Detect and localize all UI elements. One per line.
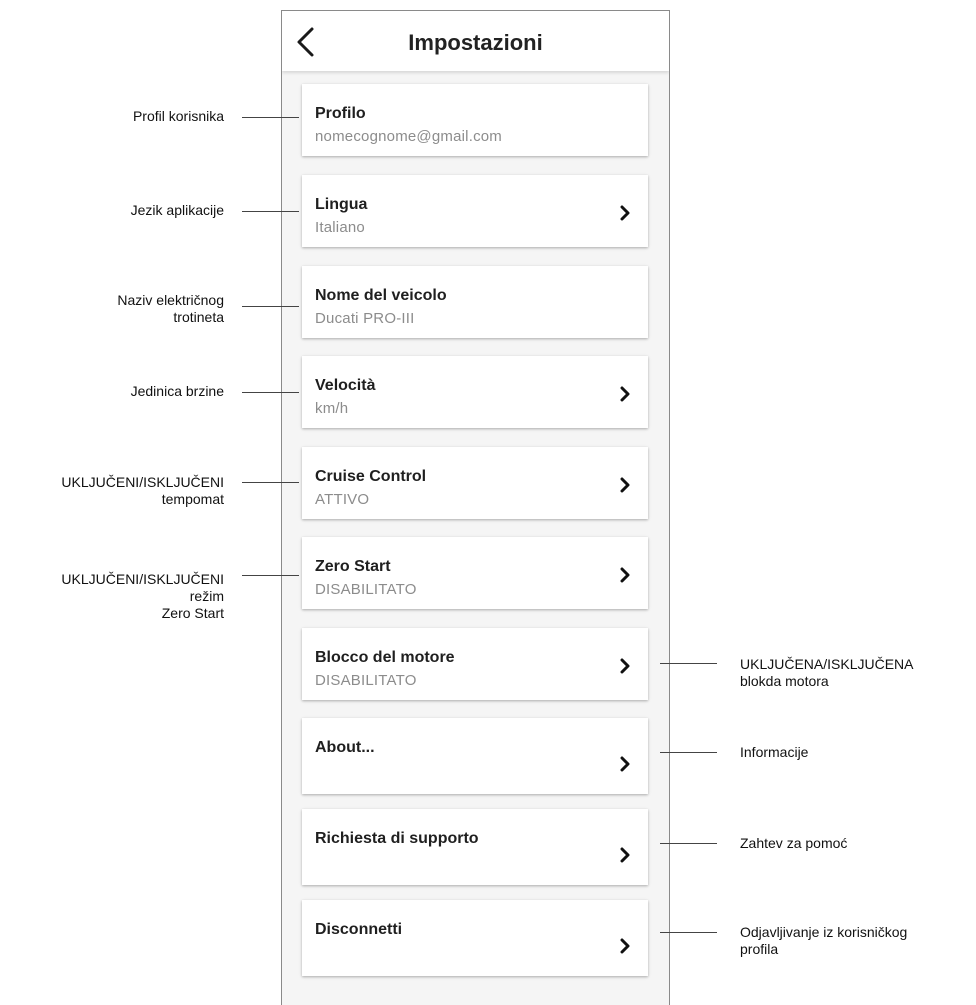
callout-line	[242, 482, 299, 483]
item-title: Disconnetti	[315, 921, 403, 938]
settings-item-support[interactable]: Richiesta di supporto	[302, 809, 648, 885]
item-title: Blocco del motore	[315, 649, 455, 666]
item-subtitle: DISABILITATO	[315, 581, 417, 598]
chevron-right-icon	[620, 756, 630, 772]
settings-item-about[interactable]: About...	[302, 718, 648, 794]
callout-line	[660, 843, 717, 844]
callout-logout: Odjavljivanje iz korisničkog profila	[740, 924, 908, 957]
chevron-right-icon	[620, 386, 630, 402]
callout-line	[242, 117, 299, 118]
chevron-right-icon	[620, 847, 630, 863]
item-title: Richiesta di supporto	[315, 830, 479, 847]
settings-item-cruise-control[interactable]: Cruise Control ATTIVO	[302, 447, 648, 519]
callout-about: Informacije	[740, 744, 809, 760]
item-title: Nome del veicolo	[315, 287, 447, 304]
item-title: Profilo	[315, 105, 366, 122]
item-title: Lingua	[315, 196, 368, 213]
item-title: Velocità	[315, 377, 376, 394]
callout-line	[242, 575, 299, 576]
callout-line	[242, 392, 299, 393]
callout-profile: Profil korisnika	[132, 108, 224, 124]
item-subtitle: Ducati PRO-III	[315, 310, 415, 327]
callout-language: Jezik aplikacije	[130, 202, 224, 218]
item-title: About...	[315, 739, 375, 756]
chevron-right-icon	[620, 938, 630, 954]
callout-line	[660, 663, 717, 664]
callout-line	[660, 932, 717, 933]
callout-line	[242, 211, 299, 212]
app-bar: Impostazioni	[282, 11, 669, 71]
item-title: Zero Start	[315, 558, 391, 575]
item-subtitle: DISABILITATO	[315, 672, 417, 689]
item-subtitle: ATTIVO	[315, 491, 370, 508]
phone-screen: Impostazioni Profilo nomecognome@gmail.c…	[281, 10, 670, 1005]
settings-item-profile[interactable]: Profilo nomecognome@gmail.com	[302, 84, 648, 156]
callout-support: Zahtev za pomoć	[740, 835, 848, 851]
callout-vehicle-name: Naziv električnog trotineta	[117, 292, 224, 325]
callout-speed-unit: Jedinica brzine	[130, 383, 224, 399]
chevron-right-icon	[620, 205, 630, 221]
item-title: Cruise Control	[315, 468, 427, 485]
callout-zero-start: UKLJUČENI/ISKLJUČENI režim Zero Start	[61, 571, 224, 621]
chevron-right-icon	[620, 477, 630, 493]
chevron-right-icon	[620, 658, 630, 674]
item-subtitle: nomecognome@gmail.com	[315, 128, 503, 145]
callout-motor-lock: UKLJUČENA/ISKLJUČENA blokda motora	[740, 656, 914, 689]
settings-item-language[interactable]: Lingua Italiano	[302, 175, 648, 247]
settings-item-vehicle-name[interactable]: Nome del veicolo Ducati PRO-III	[302, 266, 648, 338]
callout-cruise-control: UKLJUČENI/ISKLJUČENI tempomat	[61, 474, 224, 507]
item-subtitle: km/h	[315, 400, 349, 417]
item-subtitle: Italiano	[315, 219, 365, 236]
settings-item-speed[interactable]: Velocità km/h	[302, 356, 648, 428]
settings-item-zero-start[interactable]: Zero Start DISABILITATO	[302, 537, 648, 609]
callout-line	[242, 306, 299, 307]
settings-item-motor-lock[interactable]: Blocco del motore DISABILITATO	[302, 628, 648, 700]
settings-item-logout[interactable]: Disconnetti	[302, 900, 648, 976]
callout-line	[660, 752, 717, 753]
chevron-right-icon	[620, 567, 630, 583]
page-title: Impostazioni	[408, 30, 543, 55]
